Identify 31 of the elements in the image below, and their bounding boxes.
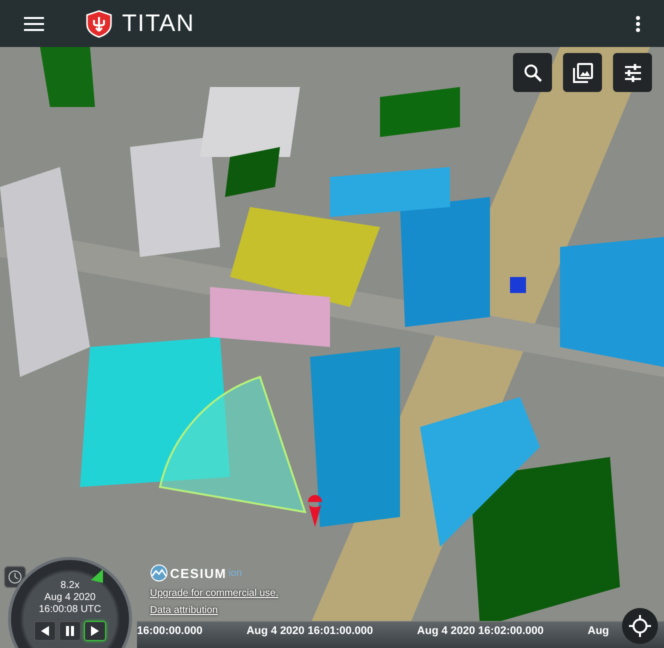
timeline-label: Aug 4 2020 16:02:00.000 — [417, 625, 544, 638]
timeline-label: Aug 4 2020 16:01:00.000 — [246, 625, 374, 638]
search-button[interactable] — [513, 53, 552, 92]
reverse-button[interactable] — [34, 621, 56, 641]
time-text: 16:00:08 UTC — [38, 604, 102, 616]
search-icon — [522, 62, 542, 82]
globe-logo-icon — [150, 564, 168, 582]
date-text: Aug 4 2020 — [44, 592, 96, 604]
logo-text: CESIUM — [170, 566, 227, 580]
data-attribution-link[interactable]: Data attribution — [150, 605, 278, 616]
timeline-label: 16:00:00.000 — [137, 625, 202, 638]
reverse-icon — [39, 625, 51, 637]
shield-logo-icon — [86, 10, 112, 38]
app-title: TITAN — [122, 10, 195, 38]
speed-text: 8.2x — [60, 580, 80, 592]
timeline-label: Aug — [588, 625, 610, 638]
upgrade-link[interactable]: Upgrade for commercial use. — [150, 588, 278, 599]
speed-needle-icon[interactable] — [89, 568, 105, 584]
play-icon — [89, 625, 101, 637]
settings-sliders-button[interactable] — [613, 53, 652, 92]
logo-suffix: ion — [228, 568, 242, 578]
picture-stack-icon — [572, 62, 594, 84]
imagery-button[interactable] — [563, 53, 602, 92]
crosshair-icon — [628, 614, 652, 638]
city-map-drawing[interactable] — [0, 47, 664, 648]
play-button[interactable] — [84, 621, 106, 641]
pause-button[interactable] — [59, 621, 81, 641]
sliders-icon — [622, 64, 642, 82]
pause-icon — [64, 625, 76, 637]
map-marker-icon[interactable] — [510, 277, 526, 293]
timeline-bar[interactable]: 16:00:00.000 Aug 4 2020 16:01:00.000 Aug 4 2020 16:02:00.000 Aug — [137, 621, 664, 648]
